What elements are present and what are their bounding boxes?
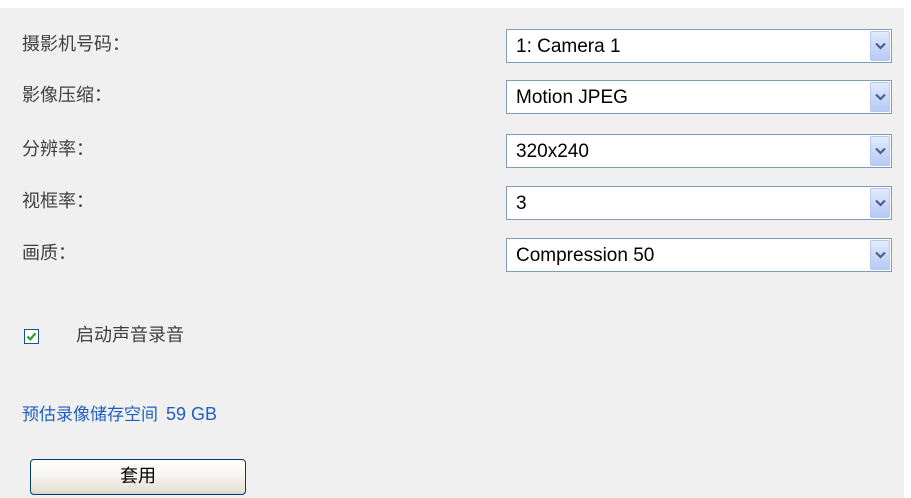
audio-recording-option: 启动声音录音	[24, 321, 284, 351]
checkmark-icon	[26, 332, 37, 341]
frame-rate-dropdown-button[interactable]	[870, 188, 890, 218]
frame-rate-row: 视框率： 3	[22, 186, 894, 222]
audio-recording-label: 启动声音录音	[76, 325, 184, 346]
image-quality-label: 画质：	[22, 243, 76, 264]
image-quality-value: Compression 50	[516, 245, 655, 266]
image-quality-select[interactable]: Compression 50	[506, 238, 892, 272]
frame-rate-select[interactable]: 3	[506, 186, 892, 220]
camera-number-select[interactable]: 1: Camera 1	[506, 29, 892, 63]
video-compression-select[interactable]: Motion JPEG	[506, 80, 892, 114]
settings-panel: 摄影机号码： 1: Camera 1 影像压缩： Motion JPEG 分辨率…	[0, 8, 904, 498]
chevron-down-icon	[875, 93, 886, 101]
frame-rate-label: 视框率：	[22, 191, 94, 212]
resolution-select[interactable]: 320x240	[506, 134, 892, 168]
resolution-label: 分辨率：	[22, 139, 94, 160]
apply-button[interactable]: 套用	[30, 459, 246, 495]
chevron-down-icon	[875, 147, 886, 155]
camera-number-row: 摄影机号码： 1: Camera 1	[22, 29, 894, 65]
storage-estimate-label: 预估录像储存空间	[22, 405, 158, 425]
camera-number-value: 1: Camera 1	[516, 36, 621, 57]
resolution-dropdown-button[interactable]	[870, 136, 890, 166]
video-compression-value: Motion JPEG	[516, 87, 628, 108]
storage-estimate-value: 59 GB	[166, 404, 218, 424]
audio-recording-checkbox[interactable]	[24, 329, 39, 344]
camera-number-label: 摄影机号码：	[22, 34, 130, 55]
image-quality-row: 画质： Compression 50	[22, 238, 894, 274]
video-compression-dropdown-button[interactable]	[870, 82, 890, 112]
frame-rate-value: 3	[516, 193, 527, 214]
resolution-value: 320x240	[516, 141, 589, 162]
resolution-row: 分辨率： 320x240	[22, 134, 894, 170]
image-quality-dropdown-button[interactable]	[870, 240, 890, 270]
chevron-down-icon	[875, 251, 886, 259]
chevron-down-icon	[875, 199, 886, 207]
chevron-down-icon	[875, 42, 886, 50]
camera-number-dropdown-button[interactable]	[870, 31, 890, 61]
video-compression-row: 影像压缩： Motion JPEG	[22, 80, 894, 116]
video-compression-label: 影像压缩：	[22, 85, 112, 106]
storage-estimate: 预估录像储存空间 59 GB	[22, 402, 217, 427]
